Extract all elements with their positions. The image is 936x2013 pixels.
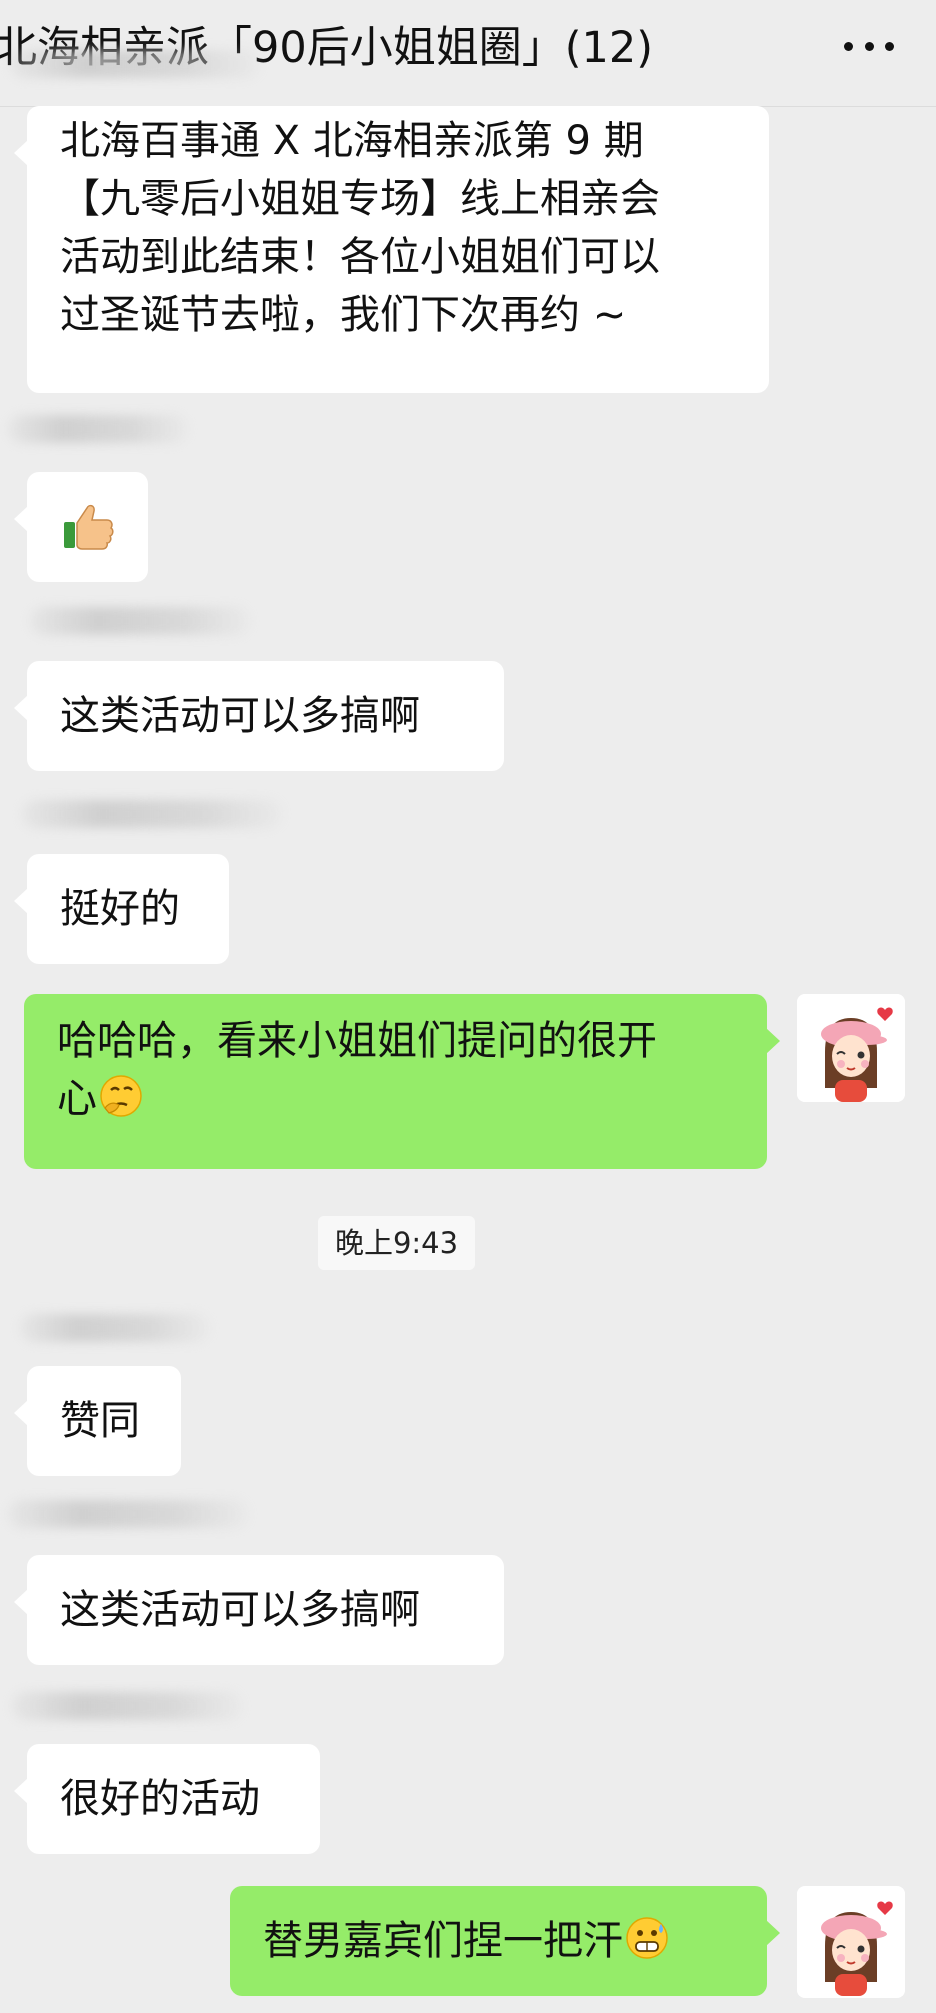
own-message-bubble[interactable]: 哈哈哈，看来小姐姐们提问的很开 心 (24, 994, 780, 1169)
message-line: 哈哈哈，看来小姐姐们提问的很开 (57, 1018, 657, 1064)
message-line: 过圣诞节去啦，我们下次再约 ~ (60, 292, 627, 338)
message-bubble[interactable] (14, 472, 148, 582)
message-line: 【九零后小姐姐专场】线上相亲会 (60, 176, 660, 222)
sender-name-blurred (8, 1500, 248, 1528)
sender-name-blurred (8, 415, 188, 443)
grimace-face-icon (626, 1917, 668, 1959)
message-bubble[interactable]: 这类活动可以多搞啊 (14, 661, 504, 771)
message-text: 这类活动可以多搞啊 (60, 693, 420, 739)
message-text: 替男嘉宾们捏一把汗 (263, 1918, 623, 1964)
message-text: 挺好的 (60, 886, 180, 932)
message-bubble[interactable]: 赞同 (14, 1366, 181, 1476)
message-line: 北海百事通 X 北海相亲派第 9 期 (60, 118, 644, 164)
message-bubble[interactable]: 北海百事通 X 北海相亲派第 9 期 【九零后小姐姐专场】线上相亲会 活动到此结… (14, 106, 769, 393)
more-horizontal-icon[interactable] (844, 40, 894, 52)
message-timestamp: 晚上9:43 (318, 1216, 475, 1270)
message-bubble[interactable]: 很好的活动 (14, 1744, 320, 1854)
message-text: 这类活动可以多搞啊 (60, 1587, 420, 1633)
message-line: 活动到此结束！各位小姐姐们可以 (60, 234, 660, 280)
girl-avatar-icon[interactable] (797, 994, 905, 1102)
thumbs-up-icon (64, 504, 114, 550)
message-bubble[interactable]: 这类活动可以多搞啊 (14, 1555, 504, 1665)
girl-avatar-icon[interactable] (797, 1886, 905, 1998)
sender-name-blurred (10, 50, 260, 78)
message-text: 很好的活动 (60, 1776, 260, 1822)
message-line: 心 (57, 1076, 97, 1122)
sender-name-blurred (30, 607, 250, 635)
thinking-face-icon (100, 1075, 142, 1117)
message-text: 赞同 (60, 1398, 140, 1444)
own-message-bubble[interactable]: 替男嘉宾们捏一把汗 (230, 1886, 780, 1996)
sender-name-blurred (20, 1314, 210, 1342)
sender-name-blurred (12, 1692, 242, 1720)
message-bubble[interactable]: 挺好的 (14, 854, 229, 964)
sender-name-blurred (22, 800, 282, 828)
